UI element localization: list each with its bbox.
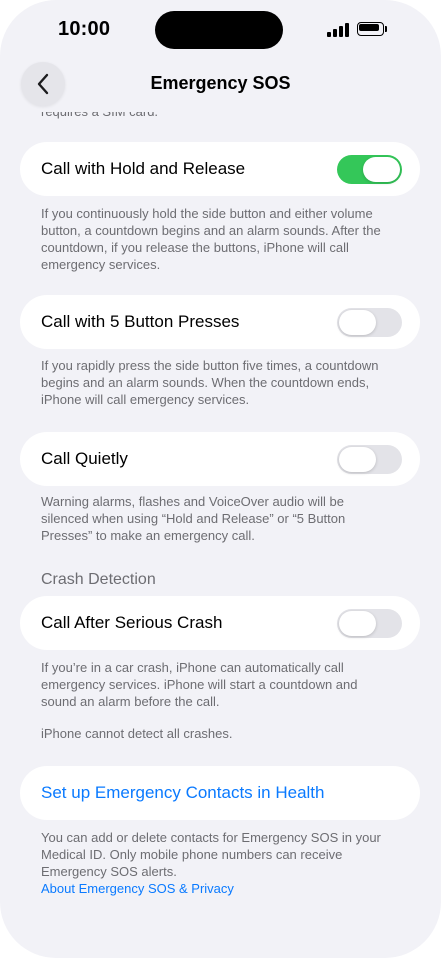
setting-row-call-quietly: Call Quietly <box>20 432 420 486</box>
setting-row-call-after-serious-crash: Call After Serious Crash <box>20 596 420 650</box>
navigation-bar: Emergency SOS <box>0 60 441 112</box>
page-title: Emergency SOS <box>150 73 291 93</box>
setting-label: Call Quietly <box>41 449 128 468</box>
call-quietly-toggle[interactable] <box>337 445 402 474</box>
battery-icon <box>357 22 390 38</box>
setup-emergency-contacts-link[interactable]: Set up Emergency Contacts in Health <box>41 783 324 803</box>
contacts-footnote: You can add or delete contacts for Emerg… <box>41 829 386 897</box>
cellular-signal-icon <box>327 23 349 37</box>
hold-and-release-toggle[interactable] <box>337 155 402 184</box>
section-header-crash-detection: Crash Detection <box>41 571 156 588</box>
setting-footnote: If you’re in a car crash, iPhone can aut… <box>41 660 358 709</box>
dynamic-island <box>155 11 283 49</box>
setting-label: Call After Serious Crash <box>41 613 223 632</box>
setting-label: Call with Hold and Release <box>41 159 246 178</box>
status-time: 10:00 <box>58 18 111 40</box>
toggle-knob <box>339 611 376 636</box>
toggle-knob <box>363 157 400 182</box>
five-button-presses-toggle[interactable] <box>337 308 402 337</box>
toggle-knob <box>339 310 376 335</box>
emergency-contacts-row[interactable]: Set up Emergency Contacts in Health <box>20 766 420 820</box>
call-after-serious-crash-toggle[interactable] <box>337 609 402 638</box>
setting-footnote: If you rapidly press the side button fiv… <box>41 358 379 407</box>
phone-screen: 10:00 requires a SIM card. Emergency SOS… <box>0 0 441 958</box>
contacts-footnote-text: You can add or delete contacts for Emerg… <box>41 830 381 879</box>
setting-footnote-limitation: iPhone cannot detect all crashes. <box>41 726 233 741</box>
status-bar: 10:00 <box>0 0 441 60</box>
about-emergency-sos-privacy-link[interactable]: About Emergency SOS & Privacy <box>41 880 386 897</box>
setting-footnote: If you continuously hold the side button… <box>41 206 381 272</box>
toggle-knob <box>339 447 376 472</box>
setting-footnote: Warning alarms, flashes and VoiceOver au… <box>41 494 346 543</box>
setting-row-hold-and-release: Call with Hold and Release <box>20 142 420 196</box>
setting-label: Call with 5 Button Presses <box>41 312 240 331</box>
setting-row-5-button-presses: Call with 5 Button Presses <box>20 295 420 349</box>
